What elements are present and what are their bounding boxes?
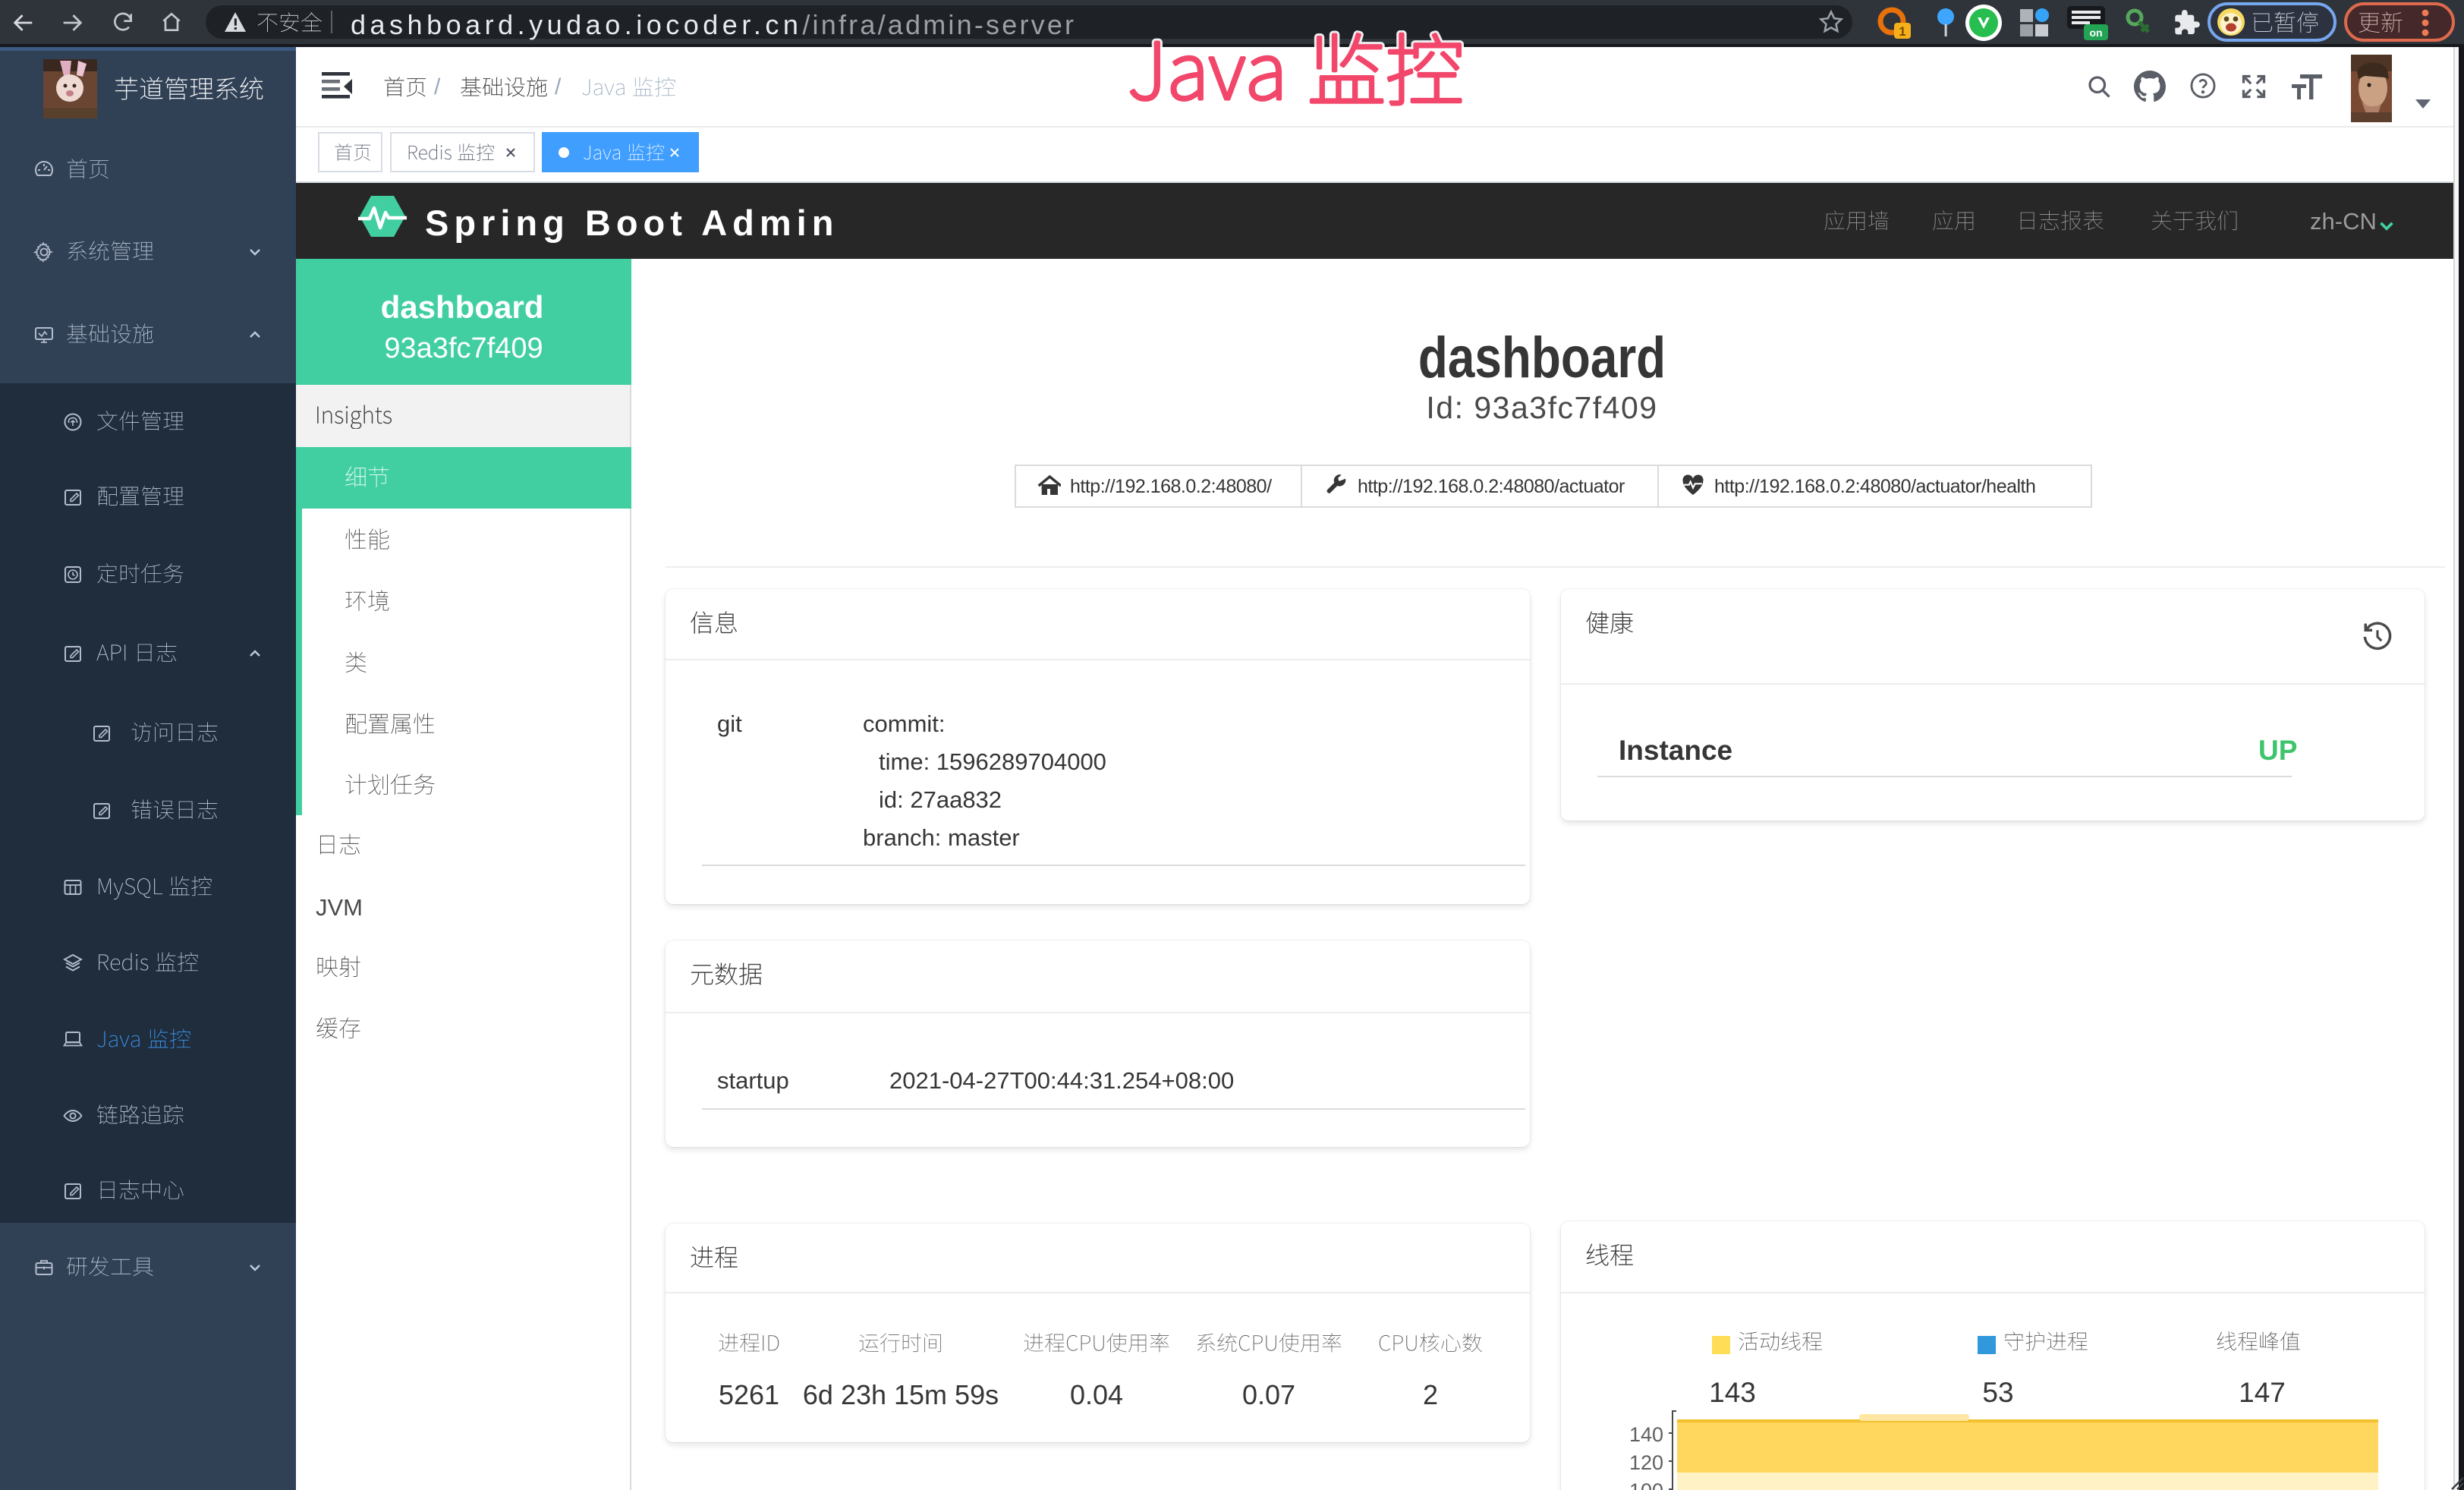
svg-text:1: 1 [1899, 24, 1905, 39]
svg-text:on: on [2089, 27, 2102, 39]
